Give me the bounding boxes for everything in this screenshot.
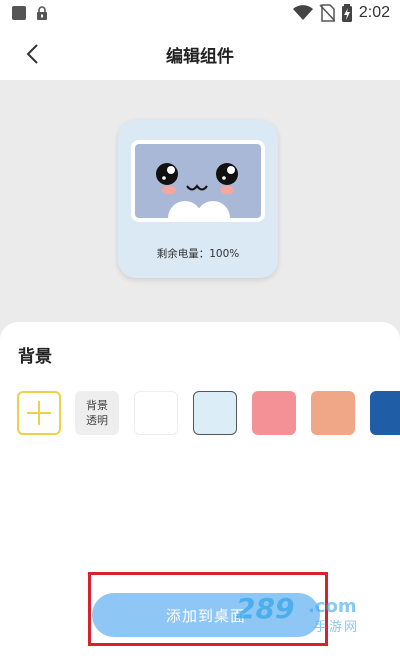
transparent-label-line1: 背景 <box>86 399 108 412</box>
background-swatch-list[interactable]: 背景 透明 <box>17 391 400 437</box>
header: 编辑组件 <box>0 28 400 80</box>
status-bar: 2:02 <box>0 0 400 28</box>
transparent-label-line2: 透明 <box>86 414 108 427</box>
background-section-title: 背景 <box>18 347 52 367</box>
transparent-background-option[interactable]: 背景 透明 <box>75 391 119 435</box>
add-background-button[interactable] <box>17 391 61 435</box>
notification-square-icon <box>12 6 26 20</box>
battery-remaining-text: 剩余电量：100% <box>156 248 240 260</box>
add-to-desktop-button[interactable]: 添加到桌面 <box>92 593 320 637</box>
lock-icon <box>37 6 47 20</box>
widget-screen <box>131 140 265 222</box>
cute-face-illustration <box>156 163 238 218</box>
pink-swatch[interactable] <box>252 391 296 435</box>
white-swatch[interactable] <box>134 391 178 435</box>
widget-preview-card: 剩余电量：100% <box>118 120 278 278</box>
peach-swatch[interactable] <box>311 391 355 435</box>
status-time: 2:02 <box>358 4 390 21</box>
light-blue-swatch-selected[interactable] <box>193 391 237 435</box>
blue-swatch[interactable] <box>370 391 400 435</box>
no-sim-icon <box>319 4 335 22</box>
widget-preview-area: 剩余电量：100% <box>0 80 400 350</box>
page-title: 编辑组件 <box>166 47 234 67</box>
battery-charging-icon <box>341 4 352 22</box>
wifi-icon <box>292 5 313 20</box>
